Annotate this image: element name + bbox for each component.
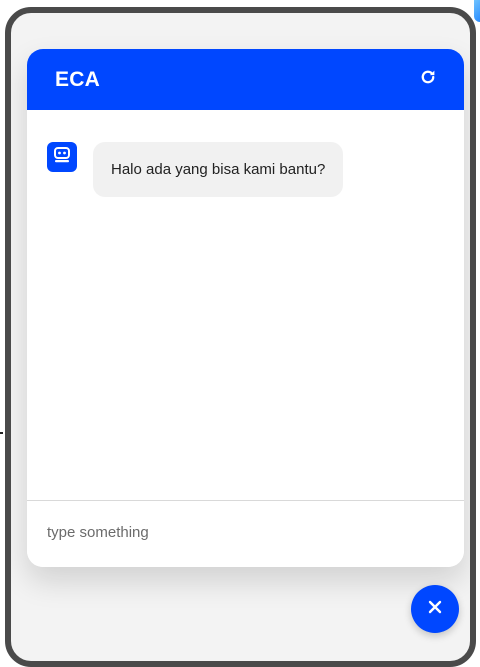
- close-icon: [427, 599, 443, 620]
- close-chat-button[interactable]: [411, 585, 459, 633]
- chat-title: ECA: [55, 68, 100, 91]
- chat-header: ECA: [27, 49, 464, 110]
- device-frame: ECA Halo ada yang bisa kami bantu? type …: [5, 7, 476, 667]
- message-input-row: [27, 501, 464, 567]
- message-bubble: Halo ada yang bisa kami bantu?: [93, 142, 344, 197]
- chat-window: ECA Halo ada yang bisa kami bantu? type …: [27, 49, 464, 567]
- refresh-icon: [419, 68, 437, 91]
- message-input[interactable]: [47, 519, 437, 545]
- refresh-button[interactable]: [416, 67, 440, 91]
- background-edge-accent: [474, 0, 480, 22]
- robot-icon: [52, 145, 72, 170]
- bot-avatar: [47, 142, 77, 172]
- message-list: Halo ada yang bisa kami bantu?: [27, 110, 464, 499]
- background-edge-mark: [0, 432, 3, 434]
